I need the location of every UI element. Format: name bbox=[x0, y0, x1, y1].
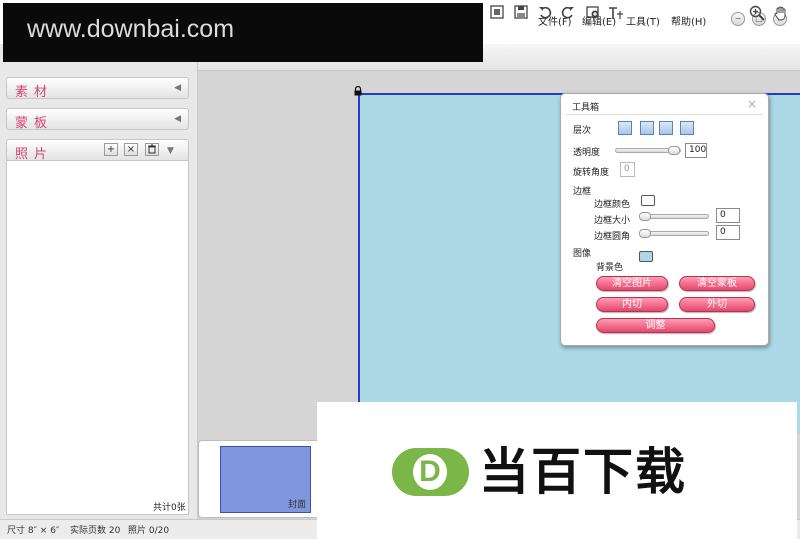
layer-label: 层次 bbox=[573, 126, 592, 136]
text-tool-icon[interactable] bbox=[608, 5, 624, 21]
lock-icon[interactable] bbox=[353, 85, 363, 96]
redo-icon[interactable] bbox=[560, 5, 576, 21]
send-backward-icon[interactable] bbox=[659, 121, 673, 135]
border-size-slider[interactable] bbox=[639, 212, 709, 221]
collapse-arrow-icon[interactable]: ◀ bbox=[174, 114, 181, 124]
outer-cut-button[interactable]: 外切 bbox=[679, 297, 755, 312]
rotation-label: 旋转角度 bbox=[573, 168, 610, 178]
delete-photos-button[interactable] bbox=[145, 143, 159, 156]
photo-frame-icon[interactable] bbox=[489, 5, 505, 21]
close-icon[interactable]: × bbox=[747, 97, 757, 111]
bring-forward-icon[interactable] bbox=[640, 121, 654, 135]
clear-mask-button[interactable]: 清空蒙板 bbox=[679, 276, 755, 291]
adjust-button[interactable]: 调整 bbox=[596, 318, 715, 333]
border-section-label: 边框 bbox=[573, 187, 592, 197]
bring-to-front-icon[interactable] bbox=[618, 121, 632, 135]
hand-tool-icon[interactable] bbox=[773, 5, 789, 21]
add-photo-button[interactable]: + bbox=[104, 143, 118, 156]
rotation-input[interactable]: 0 bbox=[620, 162, 635, 177]
photo-count: 共计0张 bbox=[153, 503, 186, 513]
opacity-label: 透明度 bbox=[573, 148, 601, 158]
border-radius-label: 边框圆角 bbox=[594, 232, 631, 242]
bg-color-swatch[interactable] bbox=[639, 251, 653, 262]
logo-badge: D bbox=[392, 448, 469, 496]
menu-tools[interactable]: 工具(T) bbox=[626, 13, 660, 28]
panel-header-photos: 照片 bbox=[6, 139, 189, 162]
border-size-input[interactable]: 0 bbox=[716, 208, 740, 223]
collapse-arrow-icon[interactable]: ◀ bbox=[174, 83, 181, 93]
minimize-button[interactable]: − bbox=[731, 12, 745, 26]
border-size-slider-thumb[interactable] bbox=[639, 212, 651, 221]
inner-cut-button[interactable]: 内切 bbox=[596, 297, 668, 312]
border-color-swatch[interactable] bbox=[641, 195, 655, 206]
logo-letter: D bbox=[413, 454, 447, 490]
page-thumbnail-cover[interactable]: 封面 bbox=[220, 446, 311, 513]
clear-photo-button[interactable]: 清空图片 bbox=[596, 276, 668, 291]
border-radius-input[interactable]: 0 bbox=[716, 225, 740, 240]
opacity-slider[interactable] bbox=[615, 146, 681, 155]
menu-help[interactable]: 帮助(H) bbox=[671, 13, 706, 28]
save-icon[interactable] bbox=[513, 5, 529, 21]
watermark-banner: www.downbai.com bbox=[3, 3, 483, 62]
panel-title-masks: 蒙板 bbox=[15, 116, 54, 131]
border-color-label: 边框颜色 bbox=[594, 200, 631, 210]
dropdown-arrow-icon[interactable]: ▼ bbox=[167, 146, 174, 156]
logo-text: 当百下载 bbox=[479, 443, 687, 501]
remove-photo-button[interactable]: × bbox=[124, 143, 138, 156]
status-size: 尺寸 8″ × 6″ bbox=[7, 526, 60, 536]
opacity-input[interactable]: 100 bbox=[685, 143, 707, 158]
image-section-label: 图像 bbox=[573, 249, 592, 259]
watermark-logo-overlay: D 当百下载 bbox=[317, 402, 797, 539]
add-image-icon[interactable] bbox=[585, 5, 601, 21]
border-radius-slider[interactable] bbox=[639, 229, 709, 238]
panel-title-materials: 素材 bbox=[15, 85, 54, 100]
zoom-in-icon[interactable] bbox=[749, 5, 765, 21]
thumbnail-label: 封面 bbox=[287, 500, 306, 510]
status-photos: 照片 0/20 bbox=[128, 526, 170, 536]
border-size-label: 边框大小 bbox=[594, 216, 631, 226]
divider bbox=[566, 114, 763, 115]
send-to-back-icon[interactable] bbox=[680, 121, 694, 135]
photo-list[interactable] bbox=[6, 160, 189, 515]
toolbox-title: 工具箱 bbox=[572, 103, 600, 113]
panel-header-masks[interactable]: 蒙板 ◀ bbox=[6, 108, 189, 131]
opacity-slider-thumb[interactable] bbox=[668, 146, 680, 155]
status-pages: 实际页数 20 bbox=[70, 526, 121, 536]
border-radius-slider-thumb[interactable] bbox=[639, 229, 651, 238]
toolbox-panel: 工具箱 × 层次 透明度 100 旋转角度 0 边框 边框颜色 边框大小 0 边… bbox=[560, 93, 769, 346]
panel-header-materials[interactable]: 素材 ◀ bbox=[6, 77, 189, 100]
bg-color-label: 背景色 bbox=[596, 263, 624, 273]
undo-icon[interactable] bbox=[537, 5, 553, 21]
